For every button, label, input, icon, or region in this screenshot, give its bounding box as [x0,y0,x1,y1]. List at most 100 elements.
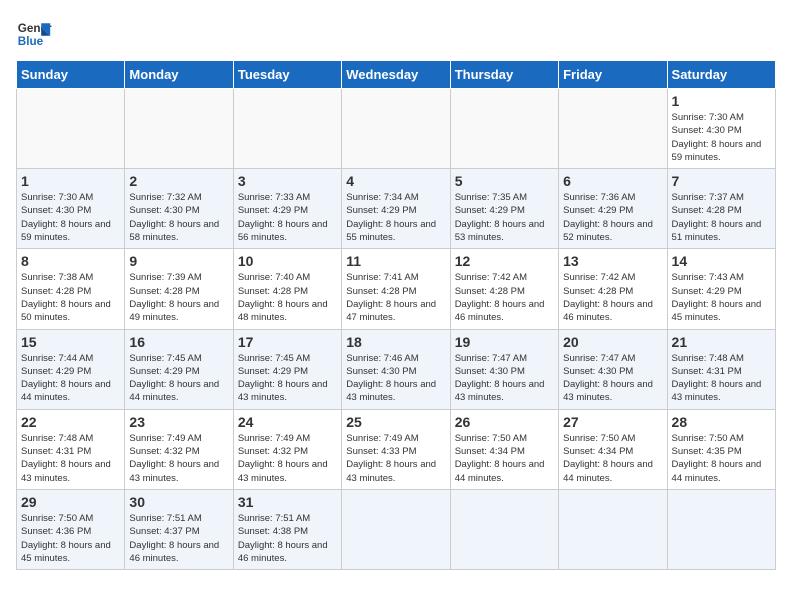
calendar-cell: 18 Sunrise: 7:46 AM Sunset: 4:30 PM Dayl… [342,329,450,409]
calendar-cell: 2 Sunrise: 7:32 AM Sunset: 4:30 PM Dayli… [125,169,233,249]
day-info: Sunrise: 7:47 AM Sunset: 4:30 PM Dayligh… [455,352,554,405]
day-info: Sunrise: 7:50 AM Sunset: 4:36 PM Dayligh… [21,512,120,565]
day-number: 29 [21,494,120,510]
calendar-week-3: 8 Sunrise: 7:38 AM Sunset: 4:28 PM Dayli… [17,249,776,329]
day-number: 7 [672,173,771,189]
calendar-cell: 9 Sunrise: 7:39 AM Sunset: 4:28 PM Dayli… [125,249,233,329]
day-number: 28 [672,414,771,430]
day-info: Sunrise: 7:39 AM Sunset: 4:28 PM Dayligh… [129,271,228,324]
day-info: Sunrise: 7:43 AM Sunset: 4:29 PM Dayligh… [672,271,771,324]
calendar-cell [450,89,558,169]
calendar-week-6: 29 Sunrise: 7:50 AM Sunset: 4:36 PM Dayl… [17,489,776,569]
calendar-cell: 26 Sunrise: 7:50 AM Sunset: 4:34 PM Dayl… [450,409,558,489]
calendar-week-2: 1 Sunrise: 7:30 AM Sunset: 4:30 PM Dayli… [17,169,776,249]
day-info: Sunrise: 7:49 AM Sunset: 4:32 PM Dayligh… [238,432,337,485]
col-header-friday: Friday [559,61,667,89]
day-info: Sunrise: 7:50 AM Sunset: 4:34 PM Dayligh… [455,432,554,485]
calendar-cell [559,89,667,169]
day-number: 20 [563,334,662,350]
calendar-cell: 25 Sunrise: 7:49 AM Sunset: 4:33 PM Dayl… [342,409,450,489]
day-info: Sunrise: 7:38 AM Sunset: 4:28 PM Dayligh… [21,271,120,324]
calendar-week-4: 15 Sunrise: 7:44 AM Sunset: 4:29 PM Dayl… [17,329,776,409]
day-number: 19 [455,334,554,350]
day-number: 13 [563,253,662,269]
day-info: Sunrise: 7:40 AM Sunset: 4:28 PM Dayligh… [238,271,337,324]
day-info: Sunrise: 7:50 AM Sunset: 4:34 PM Dayligh… [563,432,662,485]
col-header-monday: Monday [125,61,233,89]
calendar-cell: 5 Sunrise: 7:35 AM Sunset: 4:29 PM Dayli… [450,169,558,249]
col-header-tuesday: Tuesday [233,61,341,89]
page-header: General Blue [16,16,776,52]
day-info: Sunrise: 7:46 AM Sunset: 4:30 PM Dayligh… [346,352,445,405]
calendar-cell: 11 Sunrise: 7:41 AM Sunset: 4:28 PM Dayl… [342,249,450,329]
logo: General Blue [16,16,52,52]
calendar-cell [450,489,558,569]
day-number: 15 [21,334,120,350]
calendar-cell [559,489,667,569]
calendar-cell: 22 Sunrise: 7:48 AM Sunset: 4:31 PM Dayl… [17,409,125,489]
day-info: Sunrise: 7:35 AM Sunset: 4:29 PM Dayligh… [455,191,554,244]
day-info: Sunrise: 7:37 AM Sunset: 4:28 PM Dayligh… [672,191,771,244]
day-number: 25 [346,414,445,430]
col-header-saturday: Saturday [667,61,775,89]
day-number: 22 [21,414,120,430]
calendar-week-5: 22 Sunrise: 7:48 AM Sunset: 4:31 PM Dayl… [17,409,776,489]
day-number: 5 [455,173,554,189]
calendar-cell: 10 Sunrise: 7:40 AM Sunset: 4:28 PM Dayl… [233,249,341,329]
calendar-cell: 6 Sunrise: 7:36 AM Sunset: 4:29 PM Dayli… [559,169,667,249]
day-info: Sunrise: 7:44 AM Sunset: 4:29 PM Dayligh… [21,352,120,405]
calendar-cell: 17 Sunrise: 7:45 AM Sunset: 4:29 PM Dayl… [233,329,341,409]
day-info: Sunrise: 7:34 AM Sunset: 4:29 PM Dayligh… [346,191,445,244]
day-info: Sunrise: 7:42 AM Sunset: 4:28 PM Dayligh… [563,271,662,324]
day-number: 24 [238,414,337,430]
day-number: 8 [21,253,120,269]
calendar-cell: 20 Sunrise: 7:47 AM Sunset: 4:30 PM Dayl… [559,329,667,409]
calendar-cell: 15 Sunrise: 7:44 AM Sunset: 4:29 PM Dayl… [17,329,125,409]
day-info: Sunrise: 7:42 AM Sunset: 4:28 PM Dayligh… [455,271,554,324]
day-number: 10 [238,253,337,269]
calendar-cell: 3 Sunrise: 7:33 AM Sunset: 4:29 PM Dayli… [233,169,341,249]
calendar-cell [342,489,450,569]
calendar-cell: 16 Sunrise: 7:45 AM Sunset: 4:29 PM Dayl… [125,329,233,409]
calendar-cell: 13 Sunrise: 7:42 AM Sunset: 4:28 PM Dayl… [559,249,667,329]
calendar-cell: 31 Sunrise: 7:51 AM Sunset: 4:38 PM Dayl… [233,489,341,569]
day-info: Sunrise: 7:49 AM Sunset: 4:32 PM Dayligh… [129,432,228,485]
day-number: 14 [672,253,771,269]
calendar-cell: 12 Sunrise: 7:42 AM Sunset: 4:28 PM Dayl… [450,249,558,329]
calendar-cell: 30 Sunrise: 7:51 AM Sunset: 4:37 PM Dayl… [125,489,233,569]
calendar-cell: 4 Sunrise: 7:34 AM Sunset: 4:29 PM Dayli… [342,169,450,249]
day-number: 21 [672,334,771,350]
day-number: 23 [129,414,228,430]
calendar-week-1: 1 Sunrise: 7:30 AM Sunset: 4:30 PM Dayli… [17,89,776,169]
day-number: 12 [455,253,554,269]
day-info: Sunrise: 7:47 AM Sunset: 4:30 PM Dayligh… [563,352,662,405]
calendar-cell [17,89,125,169]
day-number: 6 [563,173,662,189]
day-info: Sunrise: 7:45 AM Sunset: 4:29 PM Dayligh… [238,352,337,405]
day-info: Sunrise: 7:36 AM Sunset: 4:29 PM Dayligh… [563,191,662,244]
day-number: 26 [455,414,554,430]
day-info: Sunrise: 7:49 AM Sunset: 4:33 PM Dayligh… [346,432,445,485]
calendar-cell [233,89,341,169]
day-number: 31 [238,494,337,510]
day-info: Sunrise: 7:50 AM Sunset: 4:35 PM Dayligh… [672,432,771,485]
calendar-table: SundayMondayTuesdayWednesdayThursdayFrid… [16,60,776,570]
day-info: Sunrise: 7:45 AM Sunset: 4:29 PM Dayligh… [129,352,228,405]
col-header-thursday: Thursday [450,61,558,89]
day-number: 30 [129,494,228,510]
day-info: Sunrise: 7:30 AM Sunset: 4:30 PM Dayligh… [21,191,120,244]
day-number: 3 [238,173,337,189]
calendar-cell: 27 Sunrise: 7:50 AM Sunset: 4:34 PM Dayl… [559,409,667,489]
day-info: Sunrise: 7:30 AM Sunset: 4:30 PM Dayligh… [672,111,771,164]
day-number: 16 [129,334,228,350]
col-header-wednesday: Wednesday [342,61,450,89]
day-info: Sunrise: 7:48 AM Sunset: 4:31 PM Dayligh… [672,352,771,405]
day-info: Sunrise: 7:51 AM Sunset: 4:37 PM Dayligh… [129,512,228,565]
calendar-cell: 24 Sunrise: 7:49 AM Sunset: 4:32 PM Dayl… [233,409,341,489]
day-number: 4 [346,173,445,189]
calendar-cell: 23 Sunrise: 7:49 AM Sunset: 4:32 PM Dayl… [125,409,233,489]
day-number: 18 [346,334,445,350]
calendar-cell [667,489,775,569]
day-number: 9 [129,253,228,269]
calendar-cell: 21 Sunrise: 7:48 AM Sunset: 4:31 PM Dayl… [667,329,775,409]
